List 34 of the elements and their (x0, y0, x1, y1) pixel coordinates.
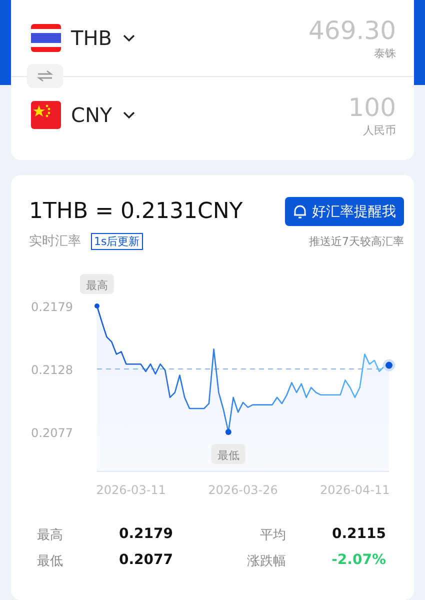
update-badge: 1s后更新 (91, 232, 143, 250)
stat-value: -2.07% (330, 552, 386, 570)
flag-icon (31, 101, 61, 129)
currency-name: 人民币 (363, 122, 396, 138)
extreme-badge: 最低 (211, 444, 246, 464)
currency-name: 泰铢 (374, 46, 396, 60)
stat-value: 0.2179 (118, 526, 173, 544)
stat-label: 最低 (37, 553, 64, 570)
current-point (383, 359, 395, 372)
currency-code[interactable]: CNY (71, 103, 112, 127)
stat-label: 平均 (259, 527, 286, 544)
axis-label: 0.2077 (31, 426, 73, 440)
axis-label: 2026-03-26 (208, 483, 278, 497)
stat-value: 0.2077 (118, 552, 173, 570)
flag-icon (31, 24, 61, 52)
min-point (225, 429, 232, 435)
extreme-badge: 最高 (80, 274, 114, 294)
max-point (94, 304, 100, 308)
axis-label: 0.2128 (31, 363, 73, 377)
axis-label: 0.2179 (31, 300, 73, 314)
axis-label: 2026-03-11 (96, 483, 166, 497)
stat-label: 最高 (37, 527, 64, 544)
rate-title: 1THB = 0.2131CNY (29, 199, 243, 224)
bell-icon (293, 204, 307, 219)
annotation: 最低 (217, 449, 240, 462)
alert-note: 推送近7天较高汇率 (309, 234, 404, 248)
stat-value: 0.2115 (330, 526, 386, 544)
currency-code[interactable]: THB (71, 26, 112, 50)
rate-label: 实时汇率 (29, 233, 81, 250)
stat-label: 涨跌幅 (246, 553, 286, 570)
swap-icon (37, 70, 53, 82)
alert-button[interactable]: 好汇率提醒我 (285, 197, 404, 226)
swap-button[interactable] (27, 64, 63, 88)
axis-label: 2026-04-11 (320, 483, 390, 497)
